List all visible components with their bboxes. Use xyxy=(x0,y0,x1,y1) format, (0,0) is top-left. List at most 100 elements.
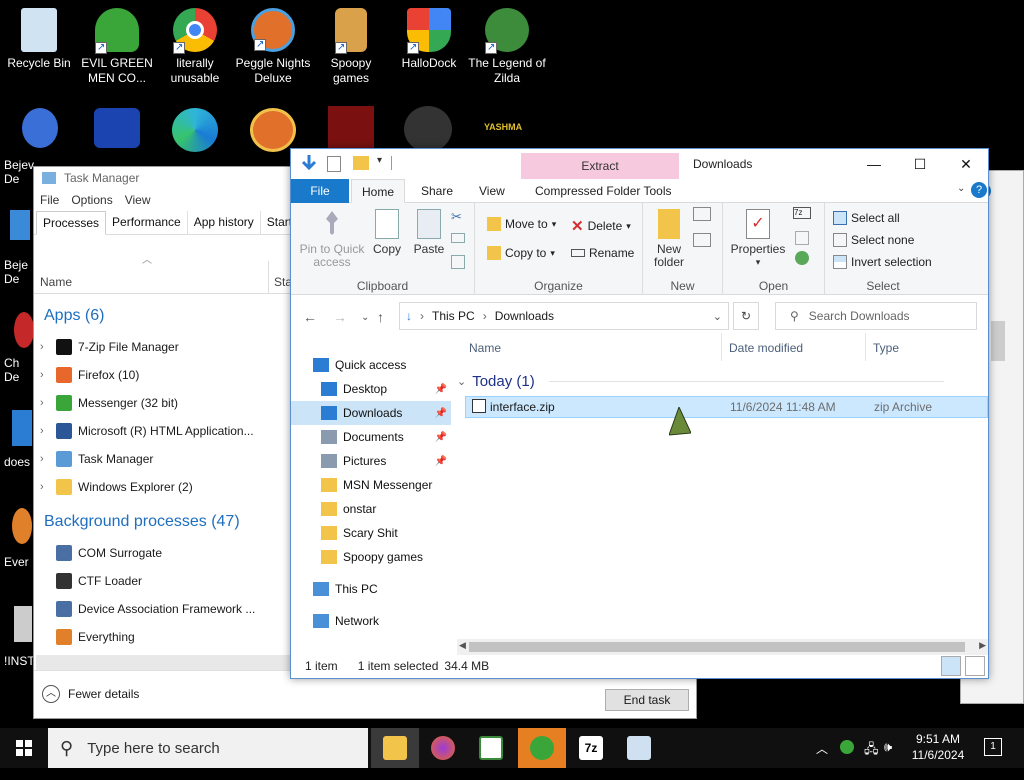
desktop-icon-chrome[interactable]: literally unusable xyxy=(156,8,234,86)
process-row-background[interactable]: COM Surrogate xyxy=(40,541,162,565)
contextual-tab-extract[interactable]: Extract xyxy=(521,153,679,179)
new-folder-button[interactable]: New folder xyxy=(649,209,689,269)
end-task-button[interactable]: End task xyxy=(605,689,689,711)
desktop-icon-recycle-bin[interactable]: Recycle Bin xyxy=(0,8,78,71)
invert-selection-button[interactable]: Invert selection xyxy=(833,255,932,269)
taskbar-file-explorer[interactable] xyxy=(371,728,419,768)
process-row-app[interactable]: › Task Manager xyxy=(40,447,153,471)
chevron-right-icon[interactable]: › xyxy=(40,397,56,409)
nav-item[interactable]: MSN Messenger xyxy=(291,473,451,497)
column-header-type[interactable]: Type xyxy=(873,341,899,355)
app-icon[interactable] xyxy=(404,106,452,152)
chrome-icon[interactable] xyxy=(14,312,34,348)
nav-item[interactable]: Desktop 📌 xyxy=(291,377,451,401)
process-row-app[interactable]: › Messenger (32 bit) xyxy=(40,391,178,415)
search-box[interactable]: ⚲ Search Downloads xyxy=(775,302,977,330)
nav-item[interactable]: onstar xyxy=(291,497,451,521)
everything-icon[interactable] xyxy=(12,508,32,544)
nav-item[interactable]: Scary Shit xyxy=(291,521,451,545)
chevron-right-icon[interactable]: › xyxy=(40,369,56,381)
scroll-left-icon[interactable]: ◀ xyxy=(459,640,466,651)
copy-to-button[interactable]: Copy to ▾ xyxy=(487,246,555,260)
pin-icon[interactable]: 📌 xyxy=(435,408,447,419)
scrollbar-thumb[interactable] xyxy=(469,642,965,652)
mpl-icon[interactable] xyxy=(94,108,140,148)
horizontal-scrollbar[interactable] xyxy=(36,655,290,671)
close-button[interactable]: ✕ xyxy=(943,149,989,179)
7zip-open-icon[interactable]: 7z xyxy=(793,207,811,219)
volume-icon[interactable]: 🕪 xyxy=(884,739,892,779)
paste-shortcut-icon[interactable] xyxy=(451,255,465,269)
properties-button[interactable]: ✓ Properties ▾ xyxy=(727,209,789,269)
desktop-icon-peggle[interactable]: Peggle Nights Deluxe xyxy=(234,8,312,86)
tab-processes[interactable]: Processes xyxy=(36,211,107,235)
address-bar[interactable]: ↓ › This PC › Downloads ⌄ xyxy=(399,302,729,330)
taskbar-7zip[interactable]: 7z xyxy=(567,728,615,768)
column-divider[interactable] xyxy=(721,333,722,361)
desktop-icon-legend-of-zilda[interactable]: The Legend of Zilda xyxy=(468,8,546,86)
menu-file[interactable]: File xyxy=(40,193,59,207)
ribbon-expand-icon[interactable]: ⌄ xyxy=(957,183,965,194)
chevron-right-icon[interactable]: › xyxy=(40,425,56,437)
process-row-background[interactable]: Device Association Framework ... xyxy=(40,597,255,621)
desktop-icon-hallodock[interactable]: HalloDock xyxy=(390,8,468,71)
history-icon[interactable] xyxy=(795,251,809,265)
nav-item[interactable]: Documents 📌 xyxy=(291,425,451,449)
bejeweled-icon[interactable] xyxy=(10,210,30,240)
tab-compressed-folder-tools[interactable]: Compressed Folder Tools xyxy=(525,179,682,203)
recent-locations-chevron-icon[interactable]: ⌄ xyxy=(361,312,369,323)
tab-file[interactable]: File xyxy=(291,179,349,203)
process-row-app[interactable]: › Windows Explorer (2) xyxy=(40,475,193,499)
maximize-button[interactable]: ☐ xyxy=(897,149,943,179)
tab-share[interactable]: Share xyxy=(411,179,463,203)
taskbar-search[interactable]: ⚲ Type here to search xyxy=(48,728,368,768)
group-header-today[interactable]: ⌄ Today (1) xyxy=(457,373,944,390)
tab-home[interactable]: Home xyxy=(351,179,406,203)
edge-icon[interactable] xyxy=(172,108,218,152)
taskbar-html-app[interactable] xyxy=(467,728,515,768)
taskbar-firefox[interactable] xyxy=(419,728,467,768)
up-arrow-icon[interactable]: ↑ xyxy=(377,309,384,325)
fewer-details-button[interactable]: ︿ Fewer details xyxy=(42,685,139,703)
breadcrumb-this-pc[interactable]: This PC xyxy=(432,309,475,323)
bejeweled-icon[interactable] xyxy=(22,108,58,148)
app-icon[interactable] xyxy=(12,410,32,446)
start-button[interactable] xyxy=(0,728,48,768)
chevron-right-icon[interactable]: › xyxy=(40,481,56,493)
new-item-icon[interactable] xyxy=(693,207,711,221)
taskbar-messenger[interactable] xyxy=(518,728,566,768)
minimize-button[interactable]: — xyxy=(851,149,897,179)
menu-view[interactable]: View xyxy=(125,193,151,207)
network-icon[interactable]: 🖧 xyxy=(864,740,879,780)
desktop-icon-evil-green-men[interactable]: EVIL GREEN MEN CO... xyxy=(78,8,156,86)
select-none-button[interactable]: Select none xyxy=(833,233,914,247)
file-row-interface-zip[interactable]: interface.zip 11/6/2024 11:48 AM zip Arc… xyxy=(465,396,988,418)
details-view-icon[interactable] xyxy=(941,656,961,676)
nav-item[interactable]: Spoopy games xyxy=(291,545,451,569)
messenger-tray-icon[interactable] xyxy=(840,740,854,754)
installer-icon[interactable] xyxy=(14,606,32,642)
file-explorer-window[interactable]: ▾ Extract Downloads — ☐ ✕ File Home Shar… xyxy=(290,148,989,679)
copy-path-icon[interactable] xyxy=(451,233,465,243)
copy-button[interactable]: Copy xyxy=(367,209,407,256)
desktop-icon-spoopy-games[interactable]: Spoopy games xyxy=(312,8,390,86)
show-hidden-icons-icon[interactable]: ︿ xyxy=(816,740,828,780)
column-divider[interactable] xyxy=(865,333,866,361)
flash-icon[interactable] xyxy=(328,106,374,150)
edit-icon[interactable] xyxy=(795,231,809,245)
peggle-icon[interactable] xyxy=(250,108,296,152)
process-row-app[interactable]: › Firefox (10) xyxy=(40,363,139,387)
menu-options[interactable]: Options xyxy=(71,193,112,207)
process-row-app[interactable]: › 7-Zip File Manager xyxy=(40,335,179,359)
rename-button[interactable]: Rename xyxy=(571,246,634,260)
process-row-background[interactable]: CTF Loader xyxy=(40,569,142,593)
select-all-button[interactable]: Select all xyxy=(833,211,900,225)
breadcrumb-downloads[interactable]: Downloads xyxy=(495,309,554,323)
process-row-background[interactable]: Everything xyxy=(40,625,135,649)
nav-item[interactable]: Network xyxy=(291,609,451,633)
chevron-right-icon[interactable]: › xyxy=(40,341,56,353)
qat-customize-icon[interactable]: ▾ xyxy=(377,155,382,166)
pin-icon[interactable]: 📌 xyxy=(435,432,447,443)
tab-performance[interactable]: Performance xyxy=(106,211,188,234)
yashma-icon[interactable]: YASHMA xyxy=(484,122,522,132)
